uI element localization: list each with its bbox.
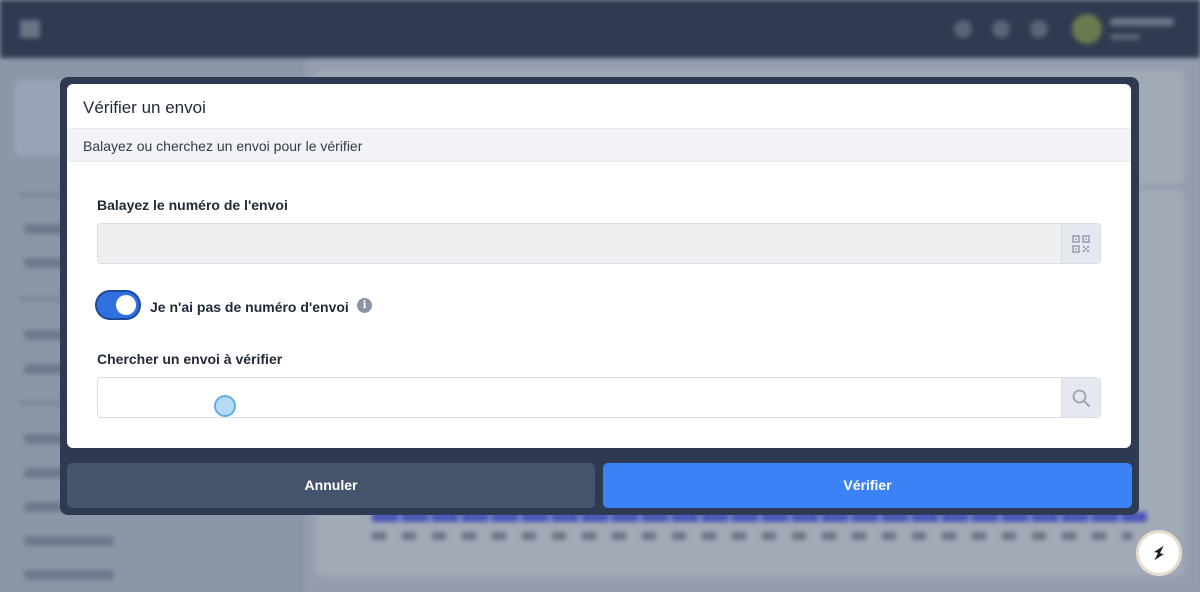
- search-button[interactable]: [1061, 378, 1100, 417]
- chart-tick-labels: [372, 532, 1132, 540]
- search-field-label: Chercher un envoi à vérifier: [97, 351, 283, 367]
- cancel-button[interactable]: Annuler: [67, 463, 595, 508]
- toggle-knob: [116, 295, 136, 315]
- search-icon: [1072, 389, 1090, 407]
- top-navigation-bar: [0, 0, 1200, 58]
- verify-button[interactable]: Vérifier: [603, 463, 1132, 508]
- scan-number-field: [97, 223, 1101, 264]
- help-widget-button[interactable]: [1136, 530, 1182, 576]
- qr-code-icon: [1072, 234, 1090, 253]
- scan-field-label: Balayez le numéro de l'envoi: [97, 197, 288, 213]
- user-name-placeholder: [1110, 18, 1174, 26]
- notification-icon: [954, 20, 972, 38]
- info-icon[interactable]: i: [357, 298, 372, 313]
- verify-shipment-dialog: Vérifier un envoi Balayez ou cherchez un…: [60, 77, 1139, 515]
- dialog-subtitle: Balayez ou cherchez un envoi pour le vér…: [83, 138, 363, 154]
- scan-button[interactable]: [1061, 224, 1100, 263]
- sidebar-item: [24, 536, 114, 546]
- dialog-title: Vérifier un envoi: [83, 98, 206, 117]
- touch-cursor-indicator: [214, 395, 236, 417]
- sidebar-item: [24, 570, 114, 580]
- bell-icon: [992, 20, 1010, 38]
- dialog-body: Vérifier un envoi Balayez ou cherchez un…: [67, 84, 1131, 448]
- dialog-subtitle-bar: Balayez ou cherchez un envoi pour le vér…: [67, 128, 1131, 162]
- settings-icon: [1030, 20, 1048, 38]
- user-role-placeholder: [1110, 34, 1140, 40]
- search-shipment-input[interactable]: [97, 377, 1101, 418]
- toggle-label: Je n'ai pas de numéro d'envoi: [150, 299, 349, 315]
- avatar: [1072, 14, 1102, 44]
- help-widget-icon: [1154, 545, 1164, 561]
- menu-icon: [20, 20, 40, 38]
- no-tracking-number-toggle[interactable]: [97, 292, 139, 318]
